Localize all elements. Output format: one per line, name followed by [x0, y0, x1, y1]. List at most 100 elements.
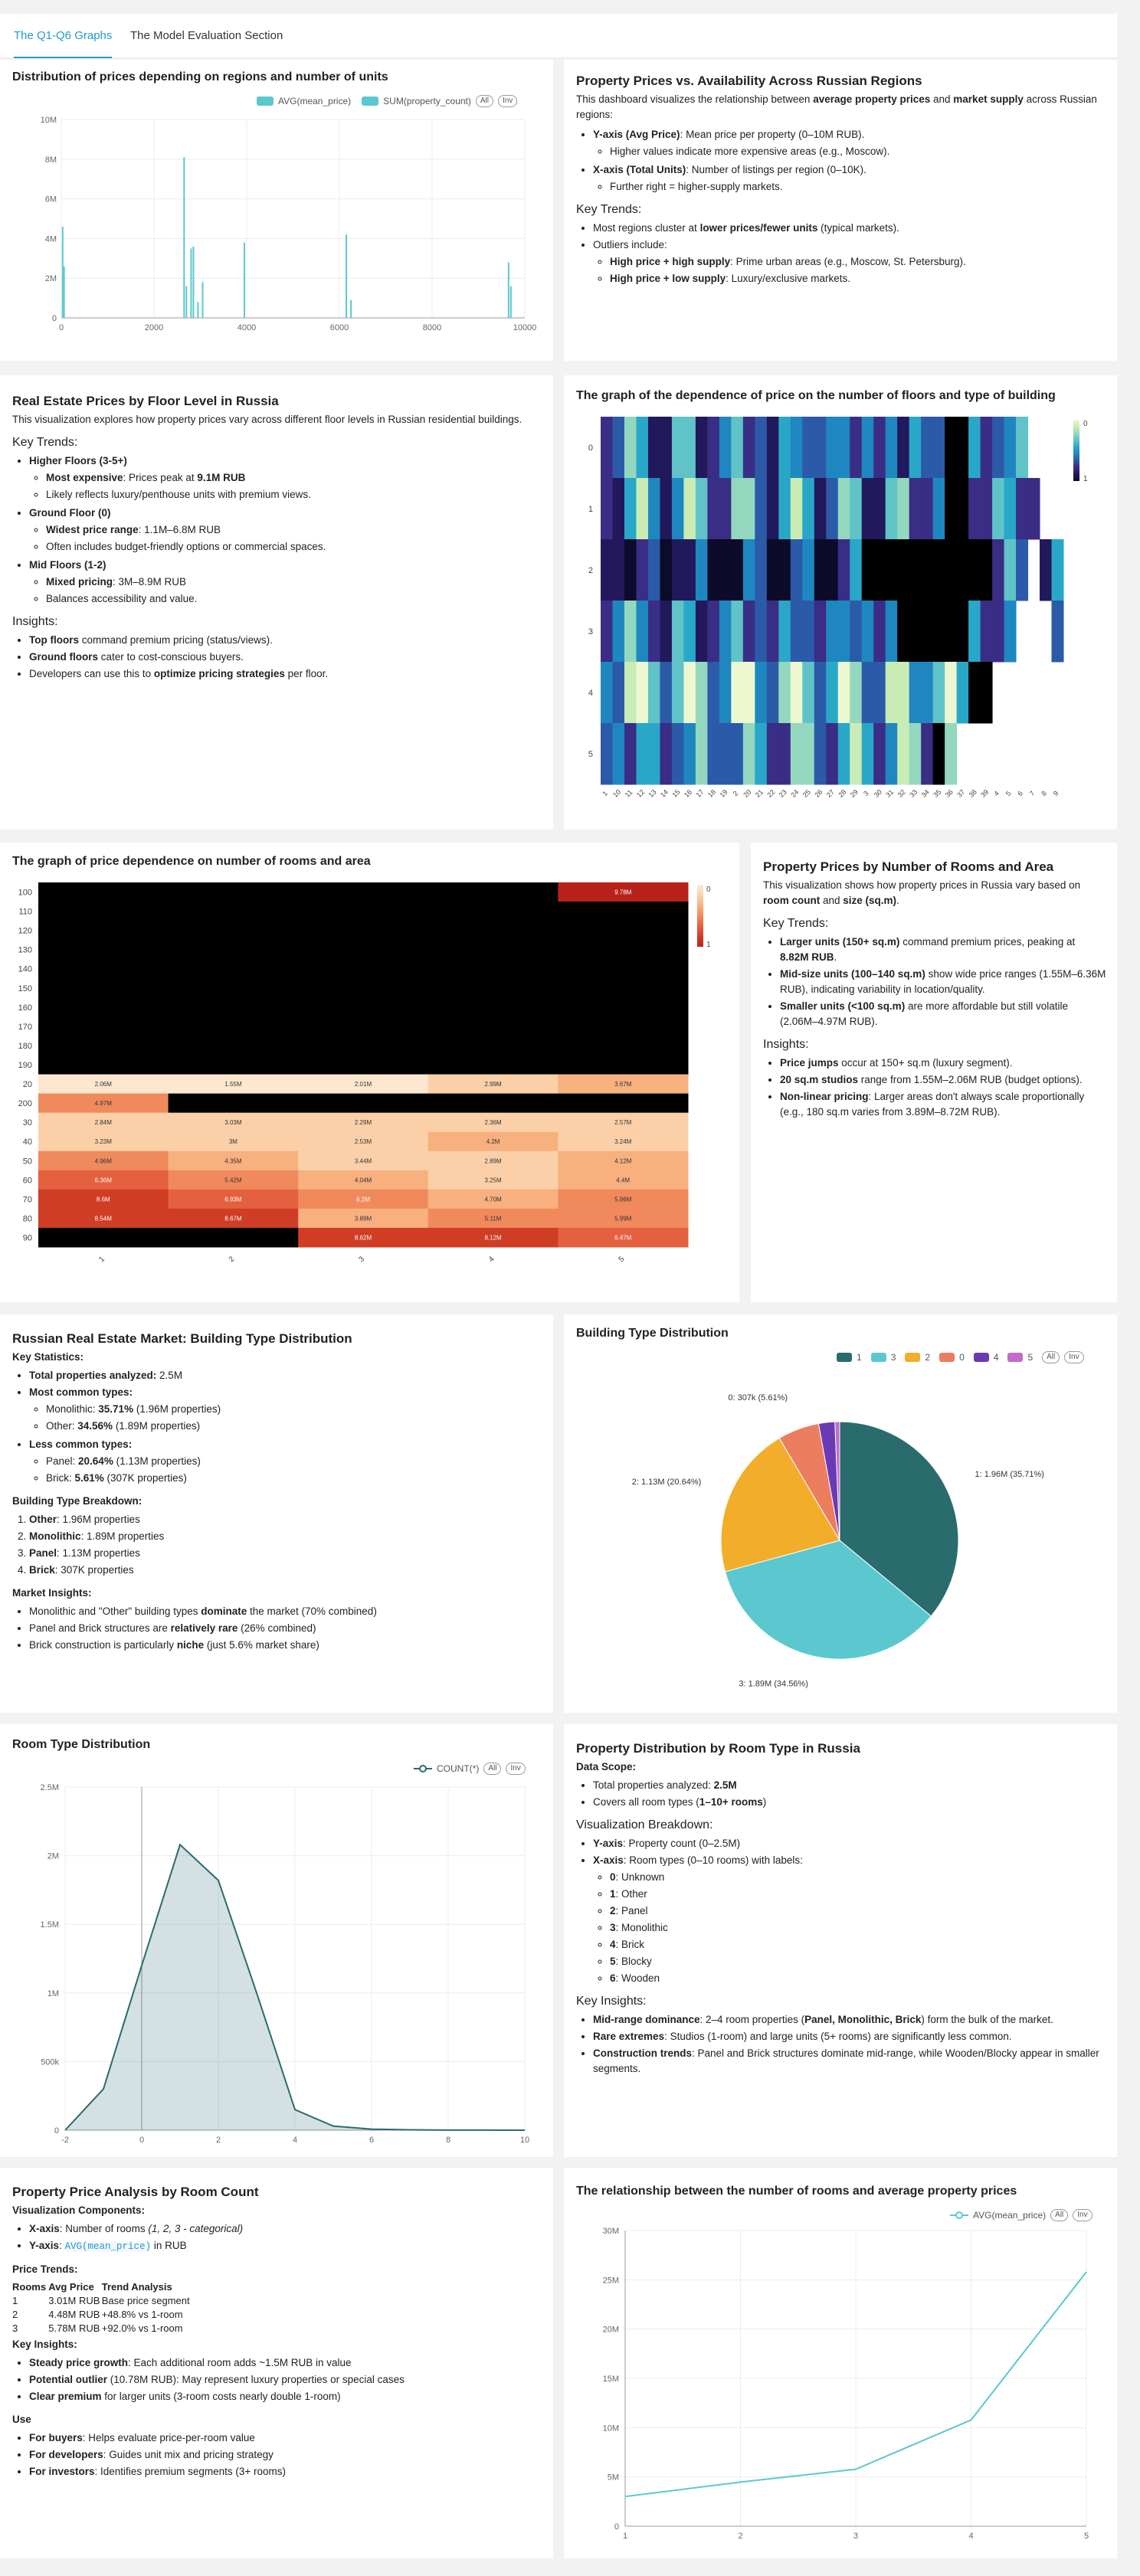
heatmap-cell — [885, 478, 898, 540]
y-tick-label: 80 — [23, 1214, 32, 1223]
heatmap-cell — [428, 1036, 559, 1056]
heatmap-cell — [695, 417, 708, 479]
heatmap-cell — [428, 902, 559, 921]
y-tick-label: 3 — [588, 627, 593, 637]
bar — [350, 299, 352, 318]
data-label: 8.6M — [97, 1196, 110, 1203]
legend-item-0[interactable]: 0 — [959, 1352, 965, 1363]
x-tick-label: 5 — [1004, 790, 1013, 798]
heatmap-cell — [932, 417, 945, 479]
heatmap-cell — [945, 723, 958, 785]
legend-sum-property-count[interactable]: SUM(property_count) — [383, 96, 471, 106]
heatmap-cell — [1016, 417, 1029, 479]
heatmap-cell — [298, 921, 429, 941]
heatmap-cell — [660, 417, 673, 479]
legend-all-button[interactable]: All — [1050, 2209, 1069, 2221]
y-tick-label: 190 — [18, 1061, 32, 1070]
legend-all-button[interactable]: All — [483, 1763, 502, 1775]
heatmap-cell — [298, 1036, 429, 1056]
heatmap-cell — [826, 601, 839, 663]
legend-avg-mean-price[interactable]: AVG(mean_price) — [278, 96, 351, 106]
table-row: 3 5.78M RUB +92.0% vs 1-room — [12, 2322, 183, 2334]
list-item: 3: Monolithic — [610, 1920, 1105, 1936]
legend-count[interactable]: COUNT(*) — [437, 1763, 479, 1774]
heatmap-cell — [168, 1227, 299, 1248]
heatmap-cell — [695, 539, 708, 601]
heatmap-cell — [850, 662, 863, 724]
heatmap-cell — [861, 723, 874, 785]
legend-invert-button[interactable]: Inv — [1064, 1351, 1084, 1363]
data-label: 4.35M — [224, 1157, 242, 1164]
heatmap-cell — [766, 417, 779, 479]
heatmap-cell — [647, 478, 660, 540]
heatmap-cell — [558, 1093, 689, 1114]
x-tick-label: 4 — [992, 790, 1001, 798]
heatmap-cell — [612, 417, 625, 479]
legend-swatch — [939, 1353, 955, 1362]
legend-item-5[interactable]: 5 — [1027, 1352, 1033, 1363]
heatmap-cell — [38, 997, 169, 1017]
tab-q1-q6-graphs[interactable]: The Q1-Q6 Graphs — [14, 14, 113, 58]
heatmap-cell — [38, 978, 169, 998]
heatmap-cell — [945, 662, 958, 724]
heatmap-cell — [826, 723, 839, 785]
axis-list: Y-axis (Avg Price): Mean price per prope… — [576, 127, 1105, 195]
x-tick-label: 0 — [139, 2136, 144, 2145]
heatmap-cell — [558, 1055, 689, 1075]
chart-title: The graph of the dependence of price on … — [576, 389, 1056, 402]
heatmap-cell — [755, 417, 768, 479]
x-tick-label: 4 — [968, 2532, 973, 2541]
x-tick-label: 14 — [659, 788, 670, 799]
heatmap-cell — [428, 959, 559, 979]
data-label: 3.25M — [484, 1177, 502, 1183]
heatmap-cell — [695, 601, 708, 663]
intro-paragraph: This visualization explores how property… — [12, 414, 522, 425]
heatmap-cell — [790, 417, 803, 479]
y-tick-label: 25M — [603, 2276, 619, 2285]
chart-legend: 1 3 2 0 4 5 All Inv — [837, 1351, 1084, 1363]
heatmap-cell — [612, 478, 625, 540]
x-tick-label: 26 — [813, 788, 824, 799]
heatmap-cell — [298, 902, 429, 921]
markdown-text: Property Prices vs. Availability Across … — [576, 74, 1105, 290]
heatmap-cell — [719, 539, 732, 601]
room-type-area-panel: Room Type Distribution COUNT(*) All Inv … — [0, 1724, 553, 2157]
y-tick-label: 2M — [48, 1852, 59, 1861]
heatmap-cell — [38, 1016, 169, 1036]
heatmap-cell — [850, 601, 863, 663]
color-scale-bar — [697, 885, 703, 947]
color-scale-label: 0 — [706, 885, 711, 894]
chart-title: Building Type Distribution — [576, 1327, 729, 1340]
y-tick-label: 6M — [45, 195, 57, 205]
y-tick-label: 200 — [18, 1099, 32, 1108]
heatmap-cell — [1027, 478, 1040, 540]
heatmap-cell — [428, 1093, 559, 1114]
data-label: 4.12M — [614, 1157, 632, 1164]
intro-paragraph: This dashboard visualizes the relationsh… — [576, 93, 1097, 120]
legend-item-3[interactable]: 3 — [891, 1352, 896, 1363]
heatmap-cell — [558, 902, 689, 921]
legend-all-button[interactable]: All — [1042, 1351, 1060, 1363]
chart-legend: AVG(mean_price) All Inv — [950, 2209, 1092, 2221]
legend-item-4[interactable]: 4 — [994, 1352, 999, 1363]
legend-invert-button[interactable]: Inv — [506, 1763, 526, 1775]
tab-model-evaluation[interactable]: The Model Evaluation Section — [130, 14, 283, 58]
y-tick-label: 20 — [23, 1080, 32, 1089]
bar — [183, 157, 185, 318]
heatmap-cell — [671, 478, 684, 540]
data-label: 8.12M — [484, 1234, 502, 1241]
rooms-area-heatmap-panel: The graph of price dependence on number … — [0, 843, 739, 1302]
bar — [243, 242, 245, 318]
subheading: Building Type Breakdown: — [12, 1495, 142, 1507]
legend-avg-mean-price[interactable]: AVG(mean_price) — [973, 2210, 1046, 2221]
bar — [509, 286, 512, 318]
bar — [63, 266, 65, 318]
heatmap-cell — [683, 417, 696, 479]
legend-item-1[interactable]: 1 — [857, 1352, 862, 1363]
trends-list: Most regions cluster at lower prices/few… — [576, 221, 1105, 286]
heatmap-cell — [660, 478, 673, 540]
legend-invert-button[interactable]: Inv — [1073, 2209, 1092, 2221]
y-tick-label: 180 — [18, 1042, 32, 1051]
legend-item-2[interactable]: 2 — [925, 1352, 930, 1363]
heatmap-cell — [909, 723, 922, 785]
